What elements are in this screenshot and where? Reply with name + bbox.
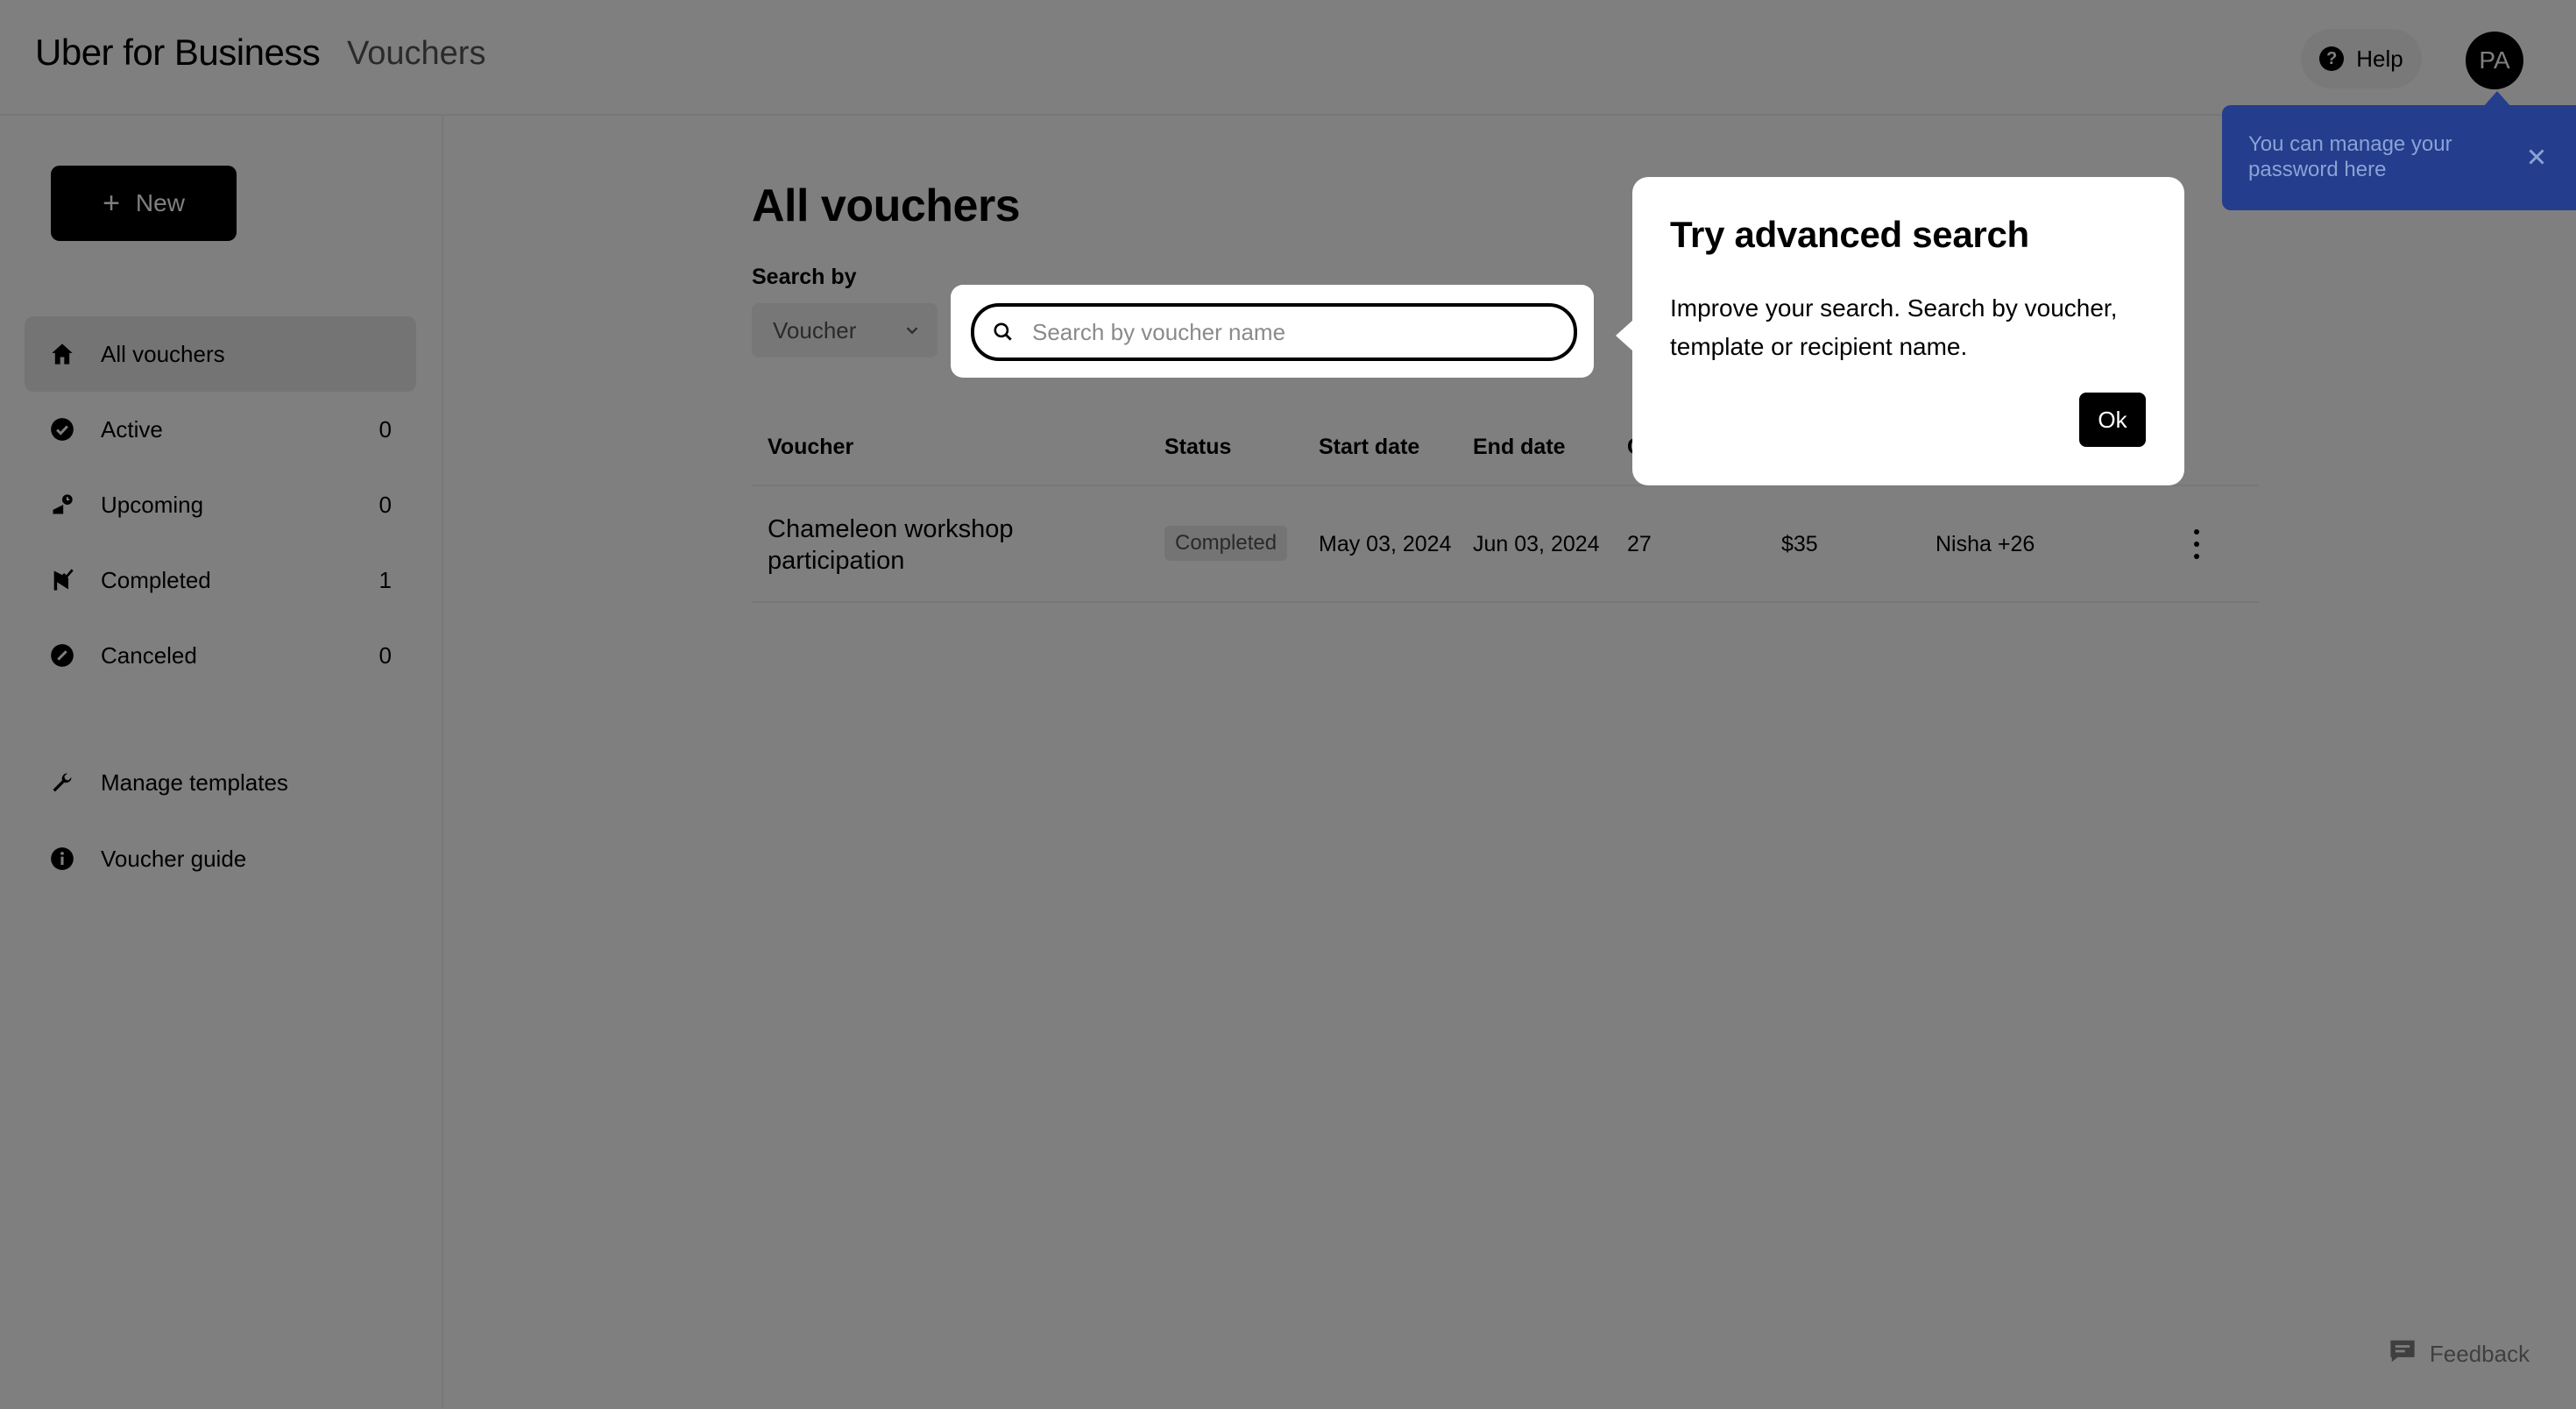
search-input-container[interactable] xyxy=(971,303,1577,361)
ok-button[interactable]: Ok xyxy=(2079,393,2146,447)
tooltip-body: Improve your search. Search by voucher, … xyxy=(1670,294,2118,360)
search-highlight xyxy=(951,285,1594,378)
close-icon[interactable] xyxy=(2523,144,2550,170)
search-icon xyxy=(992,321,1015,348)
password-tip-text: You can manage your password here xyxy=(2248,132,2452,181)
advanced-search-tooltip: Try advanced search Improve your search.… xyxy=(1632,177,2184,485)
modal-overlay xyxy=(0,0,2576,1409)
password-tip: You can manage your password here xyxy=(2222,105,2576,210)
search-input[interactable] xyxy=(1030,314,1551,350)
tooltip-arrow xyxy=(1616,320,1633,351)
tooltip-title: Try advanced search xyxy=(1670,214,2029,255)
app-root: Uber for Business Vouchers ? Help PA + N… xyxy=(0,0,2576,1409)
